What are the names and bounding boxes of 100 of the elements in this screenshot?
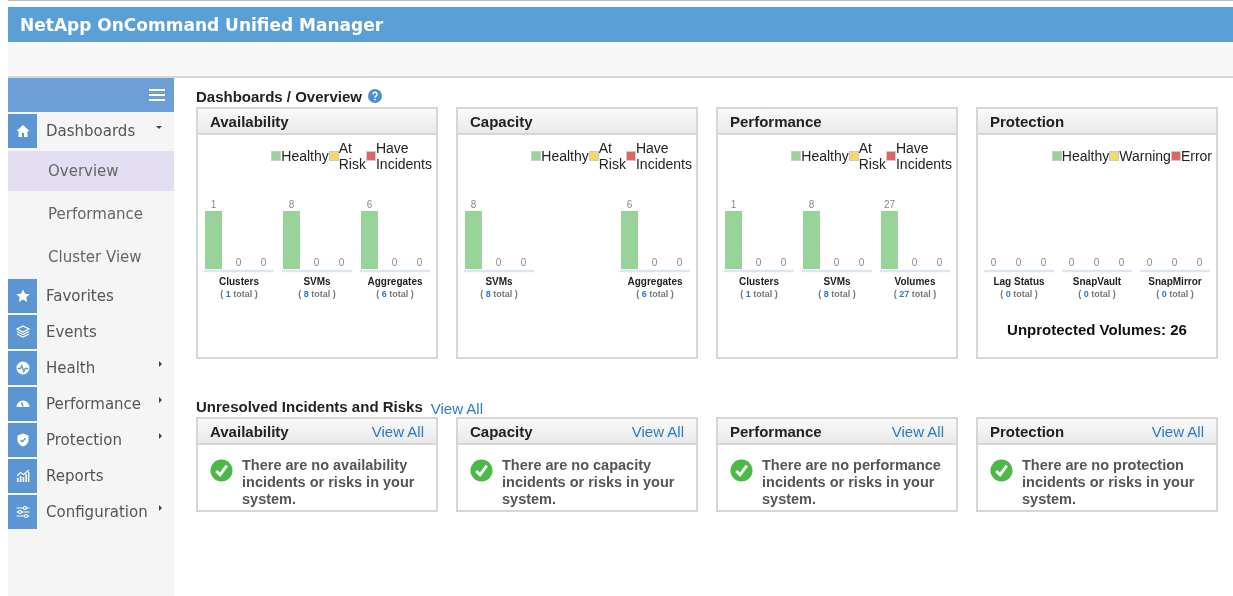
status-message: There are no capacity incidents or risks in your system. — [502, 457, 676, 508]
value-label: 0 — [416, 257, 423, 268]
value-label: 27 — [883, 199, 896, 210]
value-label: 0 — [1015, 257, 1022, 268]
bar — [283, 211, 300, 269]
category-label: Aggregates — [627, 276, 683, 287]
legend-label: Have Incidents — [635, 140, 692, 172]
value-label: 0 — [1196, 257, 1203, 268]
legend-label: Error — [1180, 148, 1212, 164]
value-label: 0 — [520, 257, 527, 268]
category-label: Clusters — [739, 276, 779, 287]
total-count: ( 0 total ) — [1000, 288, 1038, 301]
menu-icon[interactable] — [149, 89, 165, 101]
category-label: Clusters — [219, 276, 259, 287]
value-label: 0 — [911, 257, 918, 268]
axis-line — [1140, 269, 1210, 273]
total-count: ( 1 total ) — [220, 288, 258, 301]
value-label: 0 — [1068, 257, 1075, 268]
value-label: 8 — [288, 199, 295, 210]
category-label: SVMs — [823, 276, 851, 287]
value-label: 8 — [470, 199, 477, 210]
card-title: Performance — [730, 112, 822, 130]
bar — [803, 211, 820, 269]
value-label: 0 — [260, 257, 267, 268]
value-label: 0 — [391, 257, 398, 268]
status-message: There are no performance incidents or risks in your system. — [762, 457, 942, 508]
value-label: 0 — [1118, 257, 1125, 268]
view-all-link[interactable]: View All — [891, 422, 944, 440]
legend-label: Warning — [1119, 148, 1171, 164]
nav-subitem[interactable]: Overview — [8, 151, 174, 191]
home-icon — [14, 123, 31, 139]
total-count: ( 1 total ) — [740, 288, 778, 301]
heartbeat-icon — [14, 360, 31, 376]
value-label: 0 — [676, 257, 683, 268]
axis-line — [724, 269, 794, 273]
legend-label: Healthy — [281, 148, 329, 164]
card-title: Protection — [990, 422, 1065, 440]
axis-line — [984, 269, 1054, 273]
value-label: 0 — [990, 257, 997, 268]
bar-chart-icon — [14, 468, 31, 484]
status-message: There are no protection incidents or risks in your system. — [1022, 457, 1196, 508]
axis-line — [1062, 269, 1132, 273]
axis-line — [204, 269, 274, 273]
value-label: 6 — [626, 199, 633, 210]
bar — [205, 211, 222, 269]
card-title: Availability — [210, 422, 289, 440]
value-label: 0 — [1093, 257, 1100, 268]
value-label: 0 — [495, 257, 502, 268]
card-title: Capacity — [470, 112, 533, 130]
check-icon — [730, 459, 753, 482]
value-label: 0 — [1146, 257, 1153, 268]
value-label: 1 — [730, 199, 737, 210]
value-label: 0 — [858, 257, 865, 268]
help-icon[interactable] — [367, 89, 382, 103]
view-all-link[interactable]: View All — [430, 400, 483, 417]
category-label: SnapMirror — [1148, 276, 1202, 287]
legend-label: Healthy — [1061, 148, 1110, 164]
value-label: 1 — [210, 199, 217, 210]
unprotected-volumes-text: Unprotected Volumes: 26 — [1006, 321, 1188, 338]
value-label: 0 — [755, 257, 762, 268]
total-count: ( 0 total ) — [1078, 288, 1116, 301]
category-label: Lag Status — [993, 276, 1045, 287]
layers-icon — [14, 324, 31, 340]
check-icon — [210, 459, 233, 482]
total-count: ( 6 total ) — [636, 288, 674, 301]
legend-label: Have Incidents — [895, 140, 952, 172]
legend-label: Healthy — [801, 148, 849, 164]
bar — [725, 211, 742, 269]
total-count: ( 0 total ) — [1156, 288, 1194, 301]
card-title: Availability — [210, 112, 289, 130]
axis-line — [802, 269, 872, 273]
category-label: SVMs — [485, 276, 513, 287]
value-label: 0 — [936, 257, 943, 268]
card-title: Capacity — [470, 422, 533, 440]
value-label: 0 — [1040, 257, 1047, 268]
axis-line — [360, 269, 430, 273]
total-count: ( 8 total ) — [480, 288, 518, 301]
category-label: SVMs — [303, 276, 331, 287]
view-all-link[interactable]: View All — [631, 422, 684, 440]
value-label: 0 — [651, 257, 658, 268]
value-label: 6 — [366, 199, 373, 210]
value-label: 0 — [833, 257, 840, 268]
legend-label: Have Incidents — [375, 140, 432, 172]
bar — [361, 211, 378, 269]
bar — [465, 211, 482, 269]
category-label: Aggregates — [367, 276, 423, 287]
total-count: ( 8 total ) — [818, 288, 856, 301]
status-message: There are no availability incidents or risks in your system. — [242, 457, 416, 508]
page-title: Dashboards / Overview — [196, 87, 362, 105]
card-title: Protection — [990, 112, 1065, 130]
total-count: ( 6 total ) — [376, 288, 414, 301]
view-all-link[interactable]: View All — [371, 422, 424, 440]
bar — [881, 211, 898, 269]
section-title: Unresolved Incidents and Risks — [196, 398, 423, 415]
axis-line — [282, 269, 352, 273]
value-label: 0 — [780, 257, 787, 268]
view-all-link[interactable]: View All — [1151, 422, 1204, 440]
legend-label: At Risk — [338, 140, 366, 172]
bar — [621, 211, 638, 269]
total-count: ( 8 total ) — [298, 288, 336, 301]
